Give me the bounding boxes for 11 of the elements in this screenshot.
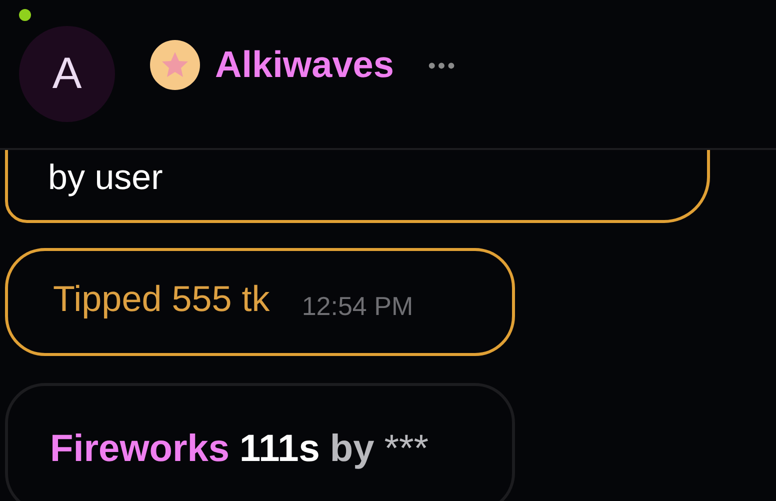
gift-duration: 111s [240, 427, 320, 472]
gift-name: Fireworks [50, 427, 230, 472]
channel-name: Alkiwaves [215, 43, 394, 88]
message-text: by user [48, 158, 163, 197]
message-time: 12:54 PM [302, 290, 414, 322]
avatar: A [19, 26, 115, 122]
sender-name: *** [384, 427, 429, 472]
star-badge-icon [150, 40, 200, 90]
more-button[interactable]: ••• [428, 48, 458, 82]
tip-text: Tipped 555 tk [53, 277, 270, 321]
by-text: by [330, 427, 374, 472]
